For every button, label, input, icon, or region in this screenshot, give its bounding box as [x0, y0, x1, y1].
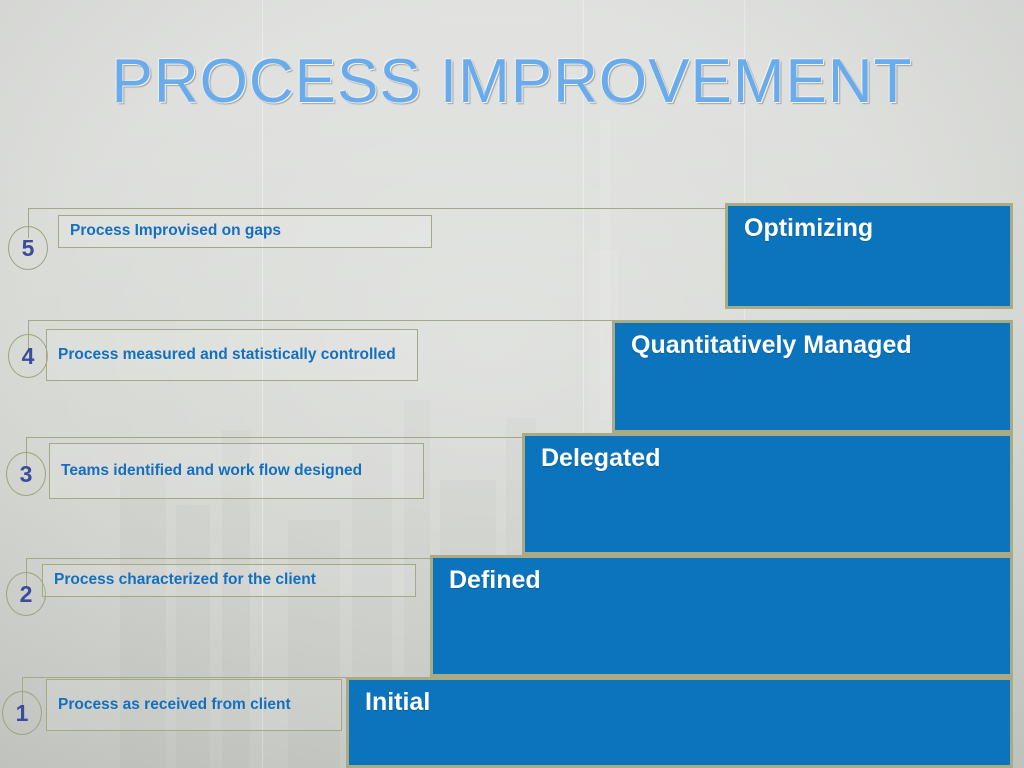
step-number-circle-4: 4: [8, 334, 48, 378]
step-number-2: 2: [19, 581, 33, 607]
stair-label-delegated: Delegated: [541, 444, 661, 472]
callout-box-4[interactable]: Process measured and statistically contr…: [46, 329, 418, 381]
stair-label-optimizing: Optimizing: [744, 214, 874, 242]
step-number-circle-3: 3: [6, 452, 46, 496]
watermark-tower-spire: [600, 120, 610, 420]
page-title: PROCESS IMPROVEMENT: [111, 47, 913, 116]
connector-rule-4: [28, 320, 614, 321]
step-number-4: 4: [21, 343, 35, 369]
callout-text-1: Process as received from client: [58, 695, 291, 713]
connector-rule-1: [22, 677, 348, 678]
step-number-circle-2: 2: [6, 572, 46, 616]
stair-label-quantitatively-managed: Quantitatively Managed: [631, 331, 912, 359]
connector-rule-3: [26, 437, 524, 438]
stair-block-delegated[interactable]: Delegated: [522, 433, 1013, 555]
callout-text-5: Process Improvised on gaps: [70, 222, 282, 240]
stair-block-quantitatively-managed[interactable]: Quantitatively Managed: [612, 320, 1013, 433]
stair-label-defined: Defined: [449, 566, 541, 594]
callout-box-3[interactable]: Teams identified and work flow designed: [49, 443, 424, 499]
step-number-1: 1: [15, 700, 29, 726]
stair-block-optimizing[interactable]: Optimizing: [725, 203, 1013, 309]
callout-box-5[interactable]: Process Improvised on gaps: [58, 215, 432, 248]
callout-text-3: Teams identified and work flow designed: [61, 461, 363, 479]
stair-block-initial[interactable]: Initial: [346, 677, 1013, 768]
slide-canvas: PROCESS IMPROVEMENT Optimizing Quantitat…: [0, 0, 1024, 768]
stair-label-initial: Initial: [365, 688, 431, 716]
callout-box-2[interactable]: Process characterized for the client: [42, 564, 416, 597]
callout-box-1[interactable]: Process as received from client: [46, 679, 342, 731]
step-number-circle-5: 5: [8, 226, 48, 270]
step-number-3: 3: [19, 461, 33, 487]
connector-rule-5: [28, 208, 728, 209]
callout-text-2: Process characterized for the client: [54, 571, 316, 589]
connector-rule-2: [26, 558, 432, 559]
callout-text-4: Process measured and statistically contr…: [58, 345, 396, 363]
step-number-circle-1: 1: [2, 691, 42, 735]
stair-block-defined[interactable]: Defined: [430, 555, 1013, 677]
step-number-5: 5: [21, 235, 35, 261]
